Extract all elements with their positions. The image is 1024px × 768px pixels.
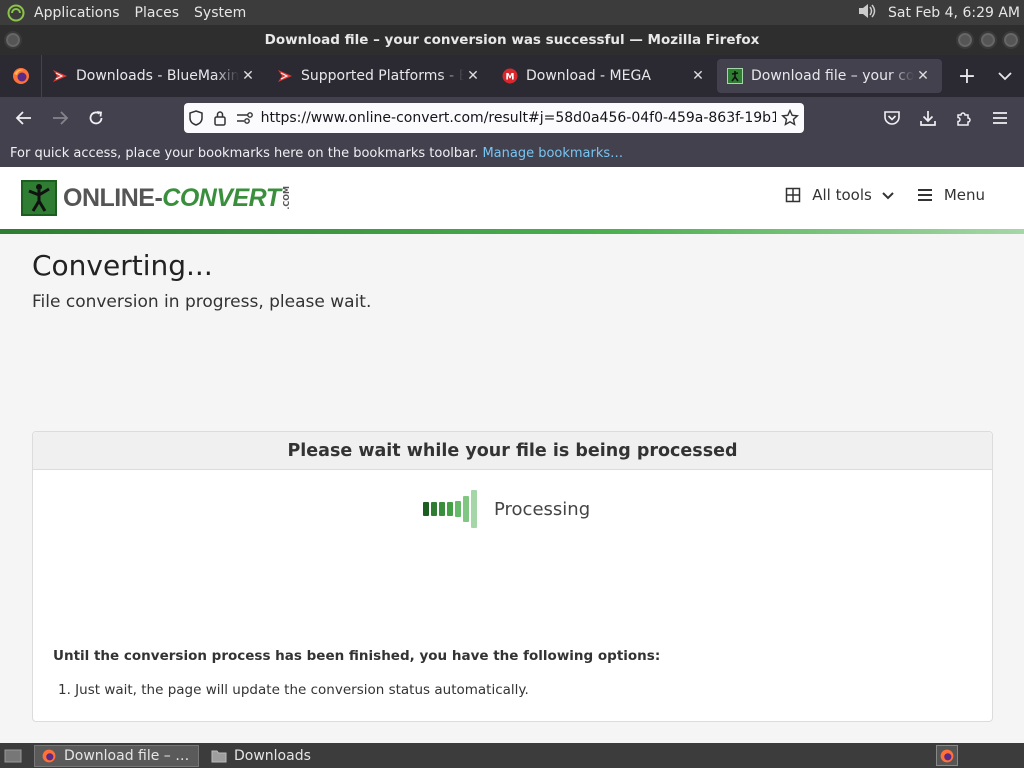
close-tab-icon[interactable]: ✕	[464, 68, 482, 84]
pocket-icon	[884, 111, 900, 125]
firefox-icon	[12, 68, 29, 84]
window-menu-button[interactable]	[4, 31, 22, 49]
menu-system[interactable]: System	[194, 5, 246, 21]
window-titlebar[interactable]: Download file – your conversion was succ…	[0, 25, 1024, 55]
folder-icon	[211, 748, 227, 764]
page-subtitle: File conversion in progress, please wait…	[32, 292, 372, 312]
back-arrow-icon	[15, 111, 31, 125]
bluemaxima-icon	[277, 68, 293, 84]
svg-text:M: M	[506, 73, 515, 83]
bookmarks-toolbar: For quick access, place your bookmarks h…	[0, 139, 1024, 167]
firefox-icon	[41, 748, 57, 764]
top-panel: Applications Places System Sat Feb 4, 6:…	[0, 0, 1024, 25]
close-window-button[interactable]	[1002, 31, 1020, 49]
tab-title: Download - MEGA	[526, 68, 651, 84]
site-header: ONLINE-CONVERT .COM All tools Menu	[0, 167, 1024, 229]
bookmark-star-icon[interactable]	[776, 109, 804, 127]
processing-spinner-icon	[423, 489, 479, 529]
extensions-button[interactable]	[946, 102, 982, 134]
logo-text-convert: CONVERT	[162, 183, 281, 212]
close-tab-icon[interactable]: ✕	[914, 68, 932, 84]
window-title: Download file – your conversion was succ…	[264, 32, 760, 48]
task-label: Downloads	[234, 747, 311, 764]
task-label: Download file – your conversion was succ…	[64, 747, 192, 764]
hamburger-icon	[993, 112, 1007, 124]
download-icon	[920, 111, 936, 126]
downloads-button[interactable]	[910, 102, 946, 134]
manage-bookmarks-link[interactable]: Manage bookmarks…	[482, 146, 623, 161]
minimize-button[interactable]	[956, 31, 974, 49]
close-tab-icon[interactable]: ✕	[239, 68, 257, 84]
tab-title: Downloads - BlueMaxima's Flashpoint	[76, 68, 239, 84]
bottom-panel: Download file – your conversion was succ…	[0, 743, 1024, 768]
tab-supported-platforms[interactable]: Supported Platforms - BlueMaxima's Flash…	[267, 59, 492, 93]
navigation-bar: https://www.online-convert.com/result#j=…	[0, 97, 1024, 139]
taskbar-firefox-window[interactable]: Download file – your conversion was succ…	[34, 744, 199, 767]
toolbar-right	[874, 102, 1018, 134]
all-tools-button[interactable]: All tools	[812, 186, 872, 204]
back-button[interactable]	[6, 102, 42, 134]
page-title: Converting...	[32, 249, 213, 282]
list-all-tabs-button[interactable]	[988, 59, 1022, 93]
menu-applications[interactable]: Applications	[34, 5, 120, 21]
processing-label: Processing	[494, 498, 591, 520]
tab-title: Download file – your conversion was succ…	[751, 68, 914, 84]
bluemaxima-icon	[52, 68, 68, 84]
card-header: Please wait while your file is being pro…	[33, 432, 992, 470]
header-nav: All tools Menu	[784, 186, 985, 204]
menu-icon[interactable]	[916, 186, 934, 204]
chevron-down-icon[interactable]	[882, 186, 894, 204]
forward-button[interactable]	[42, 102, 78, 134]
bookmarks-hint: For quick access, place your bookmarks h…	[10, 145, 479, 161]
logo-text: ONLINE-CONVERT	[63, 184, 281, 213]
taskbar-downloads-window[interactable]: Downloads	[205, 745, 370, 767]
permissions-icon[interactable]	[232, 111, 256, 125]
pocket-button[interactable]	[874, 102, 910, 134]
tab-online-convert[interactable]: Download file – your conversion was succ…	[717, 59, 942, 93]
workspace-switcher[interactable]	[936, 745, 958, 766]
tracking-protection-shield-icon[interactable]	[184, 110, 208, 126]
tab-title: Supported Platforms - BlueMaxima's Flash…	[301, 68, 464, 84]
tab-bar: Downloads - BlueMaxima's Flashpoint ✕ Su…	[0, 55, 1024, 97]
tab-mega[interactable]: M Download - MEGA ✕	[492, 59, 717, 93]
menu-button[interactable]: Menu	[944, 186, 985, 204]
list-item: 1. Just wait, the page will update the c…	[58, 682, 529, 698]
mega-icon: M	[502, 68, 518, 84]
web-page: ONLINE-CONVERT .COM All tools Menu Conve…	[0, 167, 1024, 743]
processing-indicator: Processing	[423, 489, 590, 529]
firefox-view-button[interactable]	[0, 55, 42, 97]
logo-com: .COM	[281, 186, 291, 210]
firefox-icon	[940, 749, 954, 762]
site-logo[interactable]: ONLINE-CONVERT .COM	[21, 180, 291, 216]
address-bar[interactable]: https://www.online-convert.com/result#j=…	[184, 103, 804, 133]
options-title: Until the conversion process has been fi…	[53, 648, 661, 664]
volume-icon[interactable]	[856, 1, 878, 25]
close-tab-icon[interactable]: ✕	[689, 68, 707, 84]
reload-icon	[89, 111, 103, 125]
processing-card: Please wait while your file is being pro…	[32, 431, 993, 722]
chevron-down-icon	[998, 72, 1012, 81]
app-menu-button[interactable]	[982, 102, 1018, 134]
puzzle-icon	[957, 112, 971, 126]
online-convert-icon	[727, 68, 743, 84]
reload-button[interactable]	[78, 102, 114, 134]
logo-text-online: ONLINE-	[63, 183, 163, 212]
logo-figure-icon	[21, 180, 57, 216]
forward-arrow-icon	[53, 111, 69, 125]
maximize-button[interactable]	[979, 31, 997, 49]
distro-logo-icon[interactable]	[6, 3, 26, 23]
lock-icon[interactable]	[208, 110, 232, 126]
grid-icon[interactable]	[784, 186, 802, 204]
new-tab-button[interactable]: +	[950, 59, 984, 93]
tab-bluemaxima-downloads[interactable]: Downloads - BlueMaxima's Flashpoint ✕	[42, 59, 267, 93]
show-desktop-icon[interactable]	[2, 746, 24, 766]
url-text[interactable]: https://www.online-convert.com/result#j=…	[261, 110, 776, 126]
clock[interactable]: Sat Feb 4, 6:29 AM	[888, 5, 1020, 21]
menu-places[interactable]: Places	[135, 5, 180, 21]
